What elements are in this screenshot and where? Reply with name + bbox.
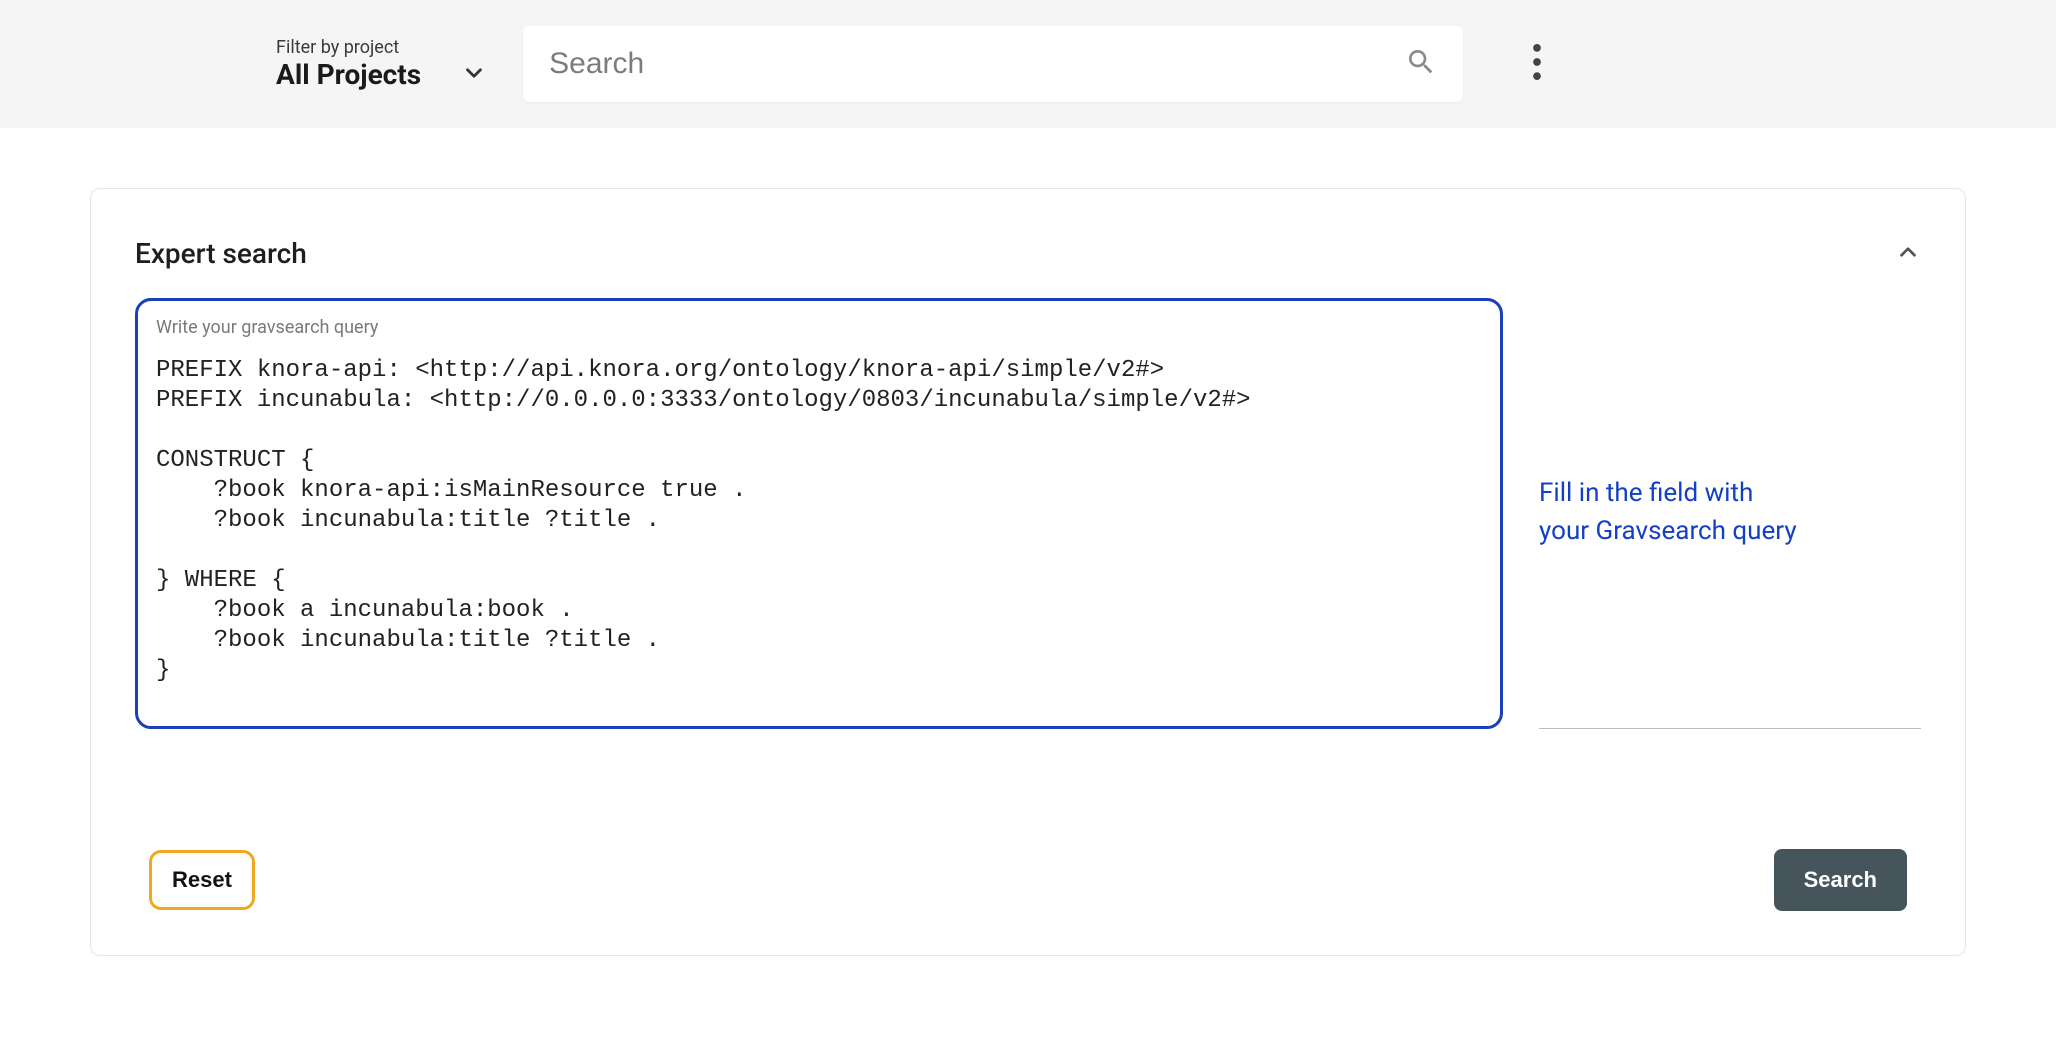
card-title: Expert search [135, 237, 307, 270]
query-box: Write your gravsearch query [135, 298, 1503, 729]
filter-row[interactable]: All Projects [276, 58, 487, 91]
gravsearch-textarea[interactable] [156, 356, 1482, 686]
search-button[interactable]: Search [1774, 849, 1907, 911]
chevron-down-icon [461, 60, 487, 90]
topbar: Filter by project All Projects [0, 0, 2056, 128]
content-row: Write your gravsearch query Fill in the … [135, 298, 1921, 729]
hint-column: Fill in the field with your Gravsearch q… [1539, 298, 1921, 729]
hint-line-2: your Gravsearch query [1539, 513, 1921, 551]
button-row: Reset Search [135, 849, 1921, 911]
chevron-up-icon[interactable] [1895, 239, 1921, 269]
search-input[interactable] [549, 47, 1405, 81]
search-input-wrap[interactable] [523, 26, 1463, 102]
expert-search-card: Expert search Write your gravsearch quer… [90, 188, 1966, 956]
filter-label: Filter by project [276, 37, 487, 58]
query-label: Write your gravsearch query [156, 317, 1482, 338]
filter-value: All Projects [276, 58, 421, 91]
more-vert-icon[interactable] [1533, 44, 1541, 84]
search-icon[interactable] [1405, 46, 1437, 82]
hint-line-1: Fill in the field with [1539, 475, 1921, 513]
reset-button[interactable]: Reset [149, 850, 255, 910]
card-header: Expert search [135, 237, 1921, 270]
project-filter[interactable]: Filter by project All Projects [260, 29, 503, 99]
